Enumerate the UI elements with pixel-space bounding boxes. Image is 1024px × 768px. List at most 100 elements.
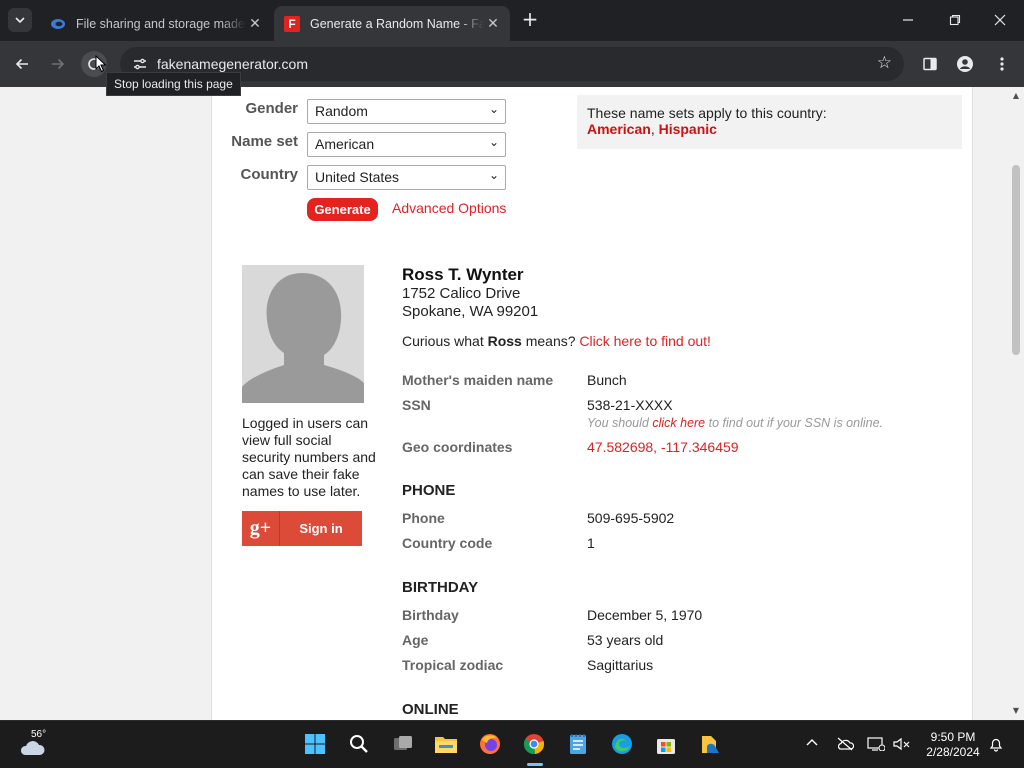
search-icon[interactable]	[346, 731, 372, 757]
scroll-down-icon[interactable]: ▼	[1012, 706, 1020, 715]
maiden-name-label: Mother's maiden name	[402, 372, 554, 388]
wetransfer-icon	[50, 16, 66, 32]
country-select-value: United States	[315, 169, 400, 185]
start-icon[interactable]	[302, 731, 328, 757]
back-icon[interactable]	[9, 51, 35, 77]
nameset-separator: ,	[650, 121, 655, 137]
clock-date: 2/28/2024	[926, 745, 980, 759]
active-app-indicator	[527, 763, 543, 766]
phone-value: 509-695-5902	[587, 510, 675, 526]
person-silhouette-icon	[242, 265, 364, 403]
age-value: 53 years old	[587, 632, 664, 648]
windows-taskbar: 56° 9:50 PM 2/28/2024	[0, 720, 1024, 768]
avatar	[242, 265, 364, 403]
bookmark-star-icon[interactable]: ☆	[877, 53, 892, 73]
google-plus-signin-button[interactable]: g+ Sign in	[242, 511, 362, 546]
stop-loading-tooltip: Stop loading this page	[106, 72, 241, 96]
chrome-menu-icon[interactable]	[989, 51, 1015, 77]
generate-button[interactable]: Generate	[307, 198, 378, 221]
forward-icon[interactable]	[45, 51, 71, 77]
gender-label: Gender	[245, 100, 298, 117]
edge-icon[interactable]	[609, 731, 635, 757]
gender-select[interactable]: Random ⌄	[307, 99, 506, 124]
cloud-icon	[20, 741, 45, 755]
taskbar-clock[interactable]: 9:50 PM 2/28/2024	[918, 730, 988, 760]
zodiac-value: Sagittarius	[587, 657, 654, 673]
notepad-icon[interactable]	[565, 731, 591, 757]
volume-muted-icon[interactable]	[893, 737, 911, 755]
tab-title: File sharing and storage made simple	[76, 16, 246, 31]
country-code-label: Country code	[402, 535, 493, 551]
chrome-icon[interactable]	[521, 731, 547, 757]
gender-select-value: Random	[315, 103, 368, 119]
advanced-options-link[interactable]: Advanced Options	[392, 200, 506, 216]
ssn-check-link[interactable]: click here	[652, 416, 705, 430]
birthday-value: December 5, 1970	[587, 607, 703, 623]
tab-search-button[interactable]	[8, 8, 32, 32]
page-content: Gender Random ⌄ Name set American ⌄ Coun…	[211, 87, 973, 720]
tray-overflow-chevron-icon[interactable]	[806, 737, 818, 753]
page-scrollbar[interactable]: ▲ ▼	[1008, 87, 1024, 720]
nameset-info-text: These name sets apply to this country:	[587, 105, 827, 121]
notification-bell-icon[interactable]	[988, 736, 1004, 756]
chevron-down-icon	[15, 17, 25, 24]
nameset-select-value: American	[315, 136, 375, 152]
scrollbar-thumb[interactable]	[1012, 165, 1020, 355]
close-tab-icon[interactable]: ✕	[484, 15, 502, 33]
clock-time: 9:50 PM	[930, 730, 976, 744]
scroll-up-icon[interactable]: ▲	[1012, 91, 1020, 100]
tab-fake-name-generator[interactable]: F Generate a Random Name - Fake Name Gen…	[274, 6, 510, 41]
person-name: Ross T. Wynter	[402, 265, 524, 284]
curious-suffix: means?	[525, 333, 576, 349]
nameset-select[interactable]: American ⌄	[307, 132, 506, 157]
name-meaning-line: Curious what Ross means? Click here to f…	[402, 333, 711, 349]
chevron-down-icon: ⌄	[488, 102, 499, 116]
mouse-cursor-icon	[95, 55, 107, 73]
new-tab-icon[interactable]: +	[520, 9, 540, 30]
curious-prefix: Curious what	[402, 333, 484, 349]
birthday-label: Birthday	[402, 607, 459, 623]
maiden-name-value: Bunch	[587, 372, 627, 388]
address-street: 1752 Calico Drive	[402, 285, 521, 302]
minimize-icon[interactable]	[898, 10, 918, 30]
ssn-value: 538-21-XXXX	[587, 397, 673, 413]
profile-icon[interactable]	[952, 51, 978, 77]
close-tab-icon[interactable]: ✕	[246, 15, 264, 33]
online-heading: ONLINE	[402, 701, 459, 718]
chevron-down-icon: ⌄	[488, 135, 499, 149]
url-text: fakenamegenerator.com	[157, 56, 308, 72]
task-view-icon[interactable]	[390, 731, 416, 757]
phone-heading: PHONE	[402, 482, 456, 499]
country-code-value: 1	[587, 535, 595, 551]
login-note: Logged in users can view full social sec…	[242, 415, 376, 499]
network-icon[interactable]	[867, 737, 886, 755]
tab-file-sharing[interactable]: File sharing and storage made simple ✕	[40, 6, 272, 41]
tab-title: Generate a Random Name - Fake Name Gener…	[310, 16, 484, 31]
ssn-note-prefix: You should	[587, 416, 649, 430]
tab-strip: File sharing and storage made simple ✕ F…	[0, 0, 1024, 41]
fakename-favicon-icon: F	[284, 15, 300, 32]
files-app-icon[interactable]	[697, 731, 723, 757]
restore-icon[interactable]	[945, 10, 965, 30]
phone-label: Phone	[402, 510, 445, 526]
microsoft-store-icon[interactable]	[653, 731, 679, 757]
nameset-label: Name set	[231, 133, 298, 150]
zodiac-label: Tropical zodiac	[402, 657, 504, 673]
close-window-icon[interactable]	[990, 10, 1010, 30]
signin-label: Sign in	[299, 521, 343, 536]
chevron-down-icon: ⌄	[488, 168, 499, 182]
age-label: Age	[402, 632, 429, 648]
nameset-info-box: These name sets apply to this country: A…	[577, 95, 962, 149]
country-select[interactable]: United States ⌄	[307, 165, 506, 190]
ssn-note-suffix: to find out if your SSN is online.	[708, 416, 884, 430]
side-panel-icon[interactable]	[917, 51, 943, 77]
name-meaning-link[interactable]: Click here to find out!	[579, 333, 711, 349]
geo-coordinates-link[interactable]: 47.582698, -117.346459	[587, 439, 739, 455]
nameset-link-hispanic[interactable]: Hispanic	[659, 121, 717, 137]
file-explorer-icon[interactable]	[433, 731, 459, 757]
ssn-note: You should click here to find out if you…	[587, 416, 883, 430]
address-city: Spokane, WA 99201	[402, 303, 539, 320]
nameset-link-american[interactable]: American	[587, 121, 651, 137]
onedrive-offline-icon[interactable]	[836, 737, 855, 755]
firefox-icon[interactable]	[477, 731, 503, 757]
